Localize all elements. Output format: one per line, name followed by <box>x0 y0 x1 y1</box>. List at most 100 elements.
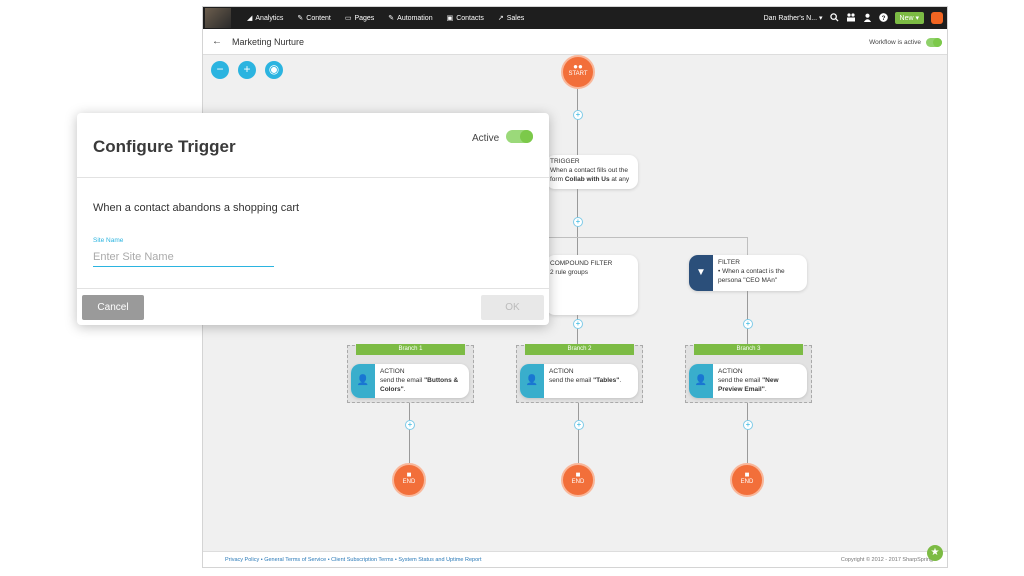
add-step-button[interactable]: + <box>743 420 753 430</box>
ok-button[interactable]: OK <box>481 295 544 320</box>
active-label: Active <box>472 133 500 144</box>
nav-label: Automation <box>397 14 433 22</box>
workflow-active-toggle[interactable] <box>926 38 942 47</box>
branch-label: Branch 1 <box>356 344 465 355</box>
action-line2: Colors". <box>380 386 406 393</box>
new-button[interactable]: New ▾ <box>894 12 924 24</box>
dialog-title: Configure Trigger <box>93 137 236 156</box>
nav-analytics[interactable]: ◢ Analytics <box>247 14 284 23</box>
star-icon[interactable]: ★ <box>927 545 943 561</box>
trigger-line2: form Collab with Us at any <box>550 176 630 183</box>
nav-label: Content <box>306 14 331 22</box>
stop-icon: ■ <box>575 470 581 479</box>
action-title: ACTION <box>549 368 574 375</box>
sales-icon: ↗ <box>497 15 504 22</box>
team-icon[interactable] <box>846 12 856 24</box>
user-icon: 👤 <box>689 364 713 398</box>
end-node[interactable]: ■ END <box>392 463 426 497</box>
connector <box>747 237 748 255</box>
people-icon: ●● <box>573 62 583 71</box>
start-node[interactable]: ●● START <box>561 55 595 89</box>
end-node[interactable]: ■ END <box>561 463 595 497</box>
nav-label: Analytics <box>255 14 284 22</box>
user-icon[interactable] <box>863 13 872 24</box>
trigger-node[interactable]: TRIGGER When a contact fills out the for… <box>546 155 638 189</box>
nav-sales[interactable]: ↗ Sales <box>497 14 524 23</box>
site-name-label: Site Name <box>93 237 124 244</box>
add-step-button[interactable]: + <box>743 319 753 329</box>
filter-node[interactable]: ▼ FILTER • When a contact is the persona… <box>689 255 807 291</box>
nav-label: Pages <box>354 14 375 22</box>
pages-icon: ▭ <box>344 15 352 22</box>
branch-1[interactable]: Branch 1 👤 ACTION send the email "Button… <box>347 344 474 403</box>
connector <box>409 403 410 465</box>
account-menu[interactable]: Dan Rather's N... ▾ <box>764 14 823 22</box>
filter-title: FILTER <box>718 259 740 266</box>
compound-filter-line1: 2 rule groups <box>550 269 588 276</box>
page-title: Marketing Nurture <box>232 37 305 47</box>
footer-links[interactable]: Privacy Policy • General Terms of Servic… <box>225 557 482 563</box>
action-title: ACTION <box>718 368 743 375</box>
nav-contacts[interactable]: ▣ Contacts <box>446 14 484 23</box>
connector <box>548 237 748 238</box>
add-step-button[interactable]: + <box>573 110 583 120</box>
nav-automation[interactable]: ✎ Automation <box>388 14 433 23</box>
connector <box>747 291 748 345</box>
end-node[interactable]: ■ END <box>730 463 764 497</box>
action-title: ACTION <box>380 368 405 375</box>
add-step-button[interactable]: + <box>405 420 415 430</box>
add-step-button[interactable]: + <box>573 217 583 227</box>
automation-icon: ✎ <box>388 15 395 22</box>
end-label: END <box>402 479 416 485</box>
end-label: END <box>571 479 585 485</box>
filter-icon: ▼ <box>689 255 713 291</box>
configure-trigger-dialog: Configure Trigger Active When a contact … <box>77 113 549 325</box>
connector <box>578 403 579 465</box>
back-arrow-icon[interactable]: ← <box>212 36 222 47</box>
content-icon: ✎ <box>297 15 304 22</box>
action-node[interactable]: 👤 ACTION send the email "New Preview Ema… <box>689 364 807 398</box>
user-icon: 👤 <box>351 364 375 398</box>
compound-filter-node[interactable]: COMPOUND FILTER 2 rule groups <box>546 255 638 315</box>
analytics-icon: ◢ <box>247 15 253 22</box>
footer-copyright: Copyright © 2012 - 2017 SharpSpring <box>840 557 933 563</box>
nav-right: Dan Rather's N... ▾ ? New ▾ <box>764 7 943 29</box>
end-label: END <box>740 479 754 485</box>
connector <box>577 89 578 155</box>
stop-icon: ■ <box>744 470 750 479</box>
add-step-button[interactable]: + <box>574 420 584 430</box>
user-icon: 👤 <box>520 364 544 398</box>
active-toggle[interactable] <box>506 130 533 143</box>
nav-label: Contacts <box>456 14 484 22</box>
action-line1: send the email "New <box>718 377 779 384</box>
action-node[interactable]: 👤 ACTION send the email "Buttons & Color… <box>351 364 469 398</box>
account-logo[interactable] <box>205 8 231 28</box>
svg-text:?: ? <box>881 14 885 21</box>
workflow-header: ← Marketing Nurture Workflow is active <box>203 29 947 55</box>
search-icon[interactable] <box>829 12 839 24</box>
trigger-description: When a contact abandons a shopping cart <box>93 202 300 214</box>
filter-line1: • When a contact is the <box>718 268 785 275</box>
branch-2[interactable]: Branch 2 👤 ACTION send the email "Tables… <box>516 344 643 403</box>
branch-3[interactable]: Branch 3 👤 ACTION send the email "New Pr… <box>685 344 812 403</box>
branch-label: Branch 2 <box>525 344 634 355</box>
nav-pages[interactable]: ▭ Pages <box>344 14 375 23</box>
add-step-button[interactable]: + <box>573 319 583 329</box>
site-name-input[interactable] <box>93 247 274 267</box>
action-line2: Preview Email". <box>718 386 767 393</box>
nav-content[interactable]: ✎ Content <box>297 14 331 23</box>
calendar-icon[interactable] <box>931 12 943 24</box>
action-line1: send the email "Buttons & <box>380 377 459 384</box>
cancel-button[interactable]: Cancel <box>82 295 144 320</box>
top-nav: ◢ Analytics ✎ Content ▭ Pages ✎ Automation ▣… <box>203 7 947 29</box>
help-icon[interactable]: ? <box>878 12 888 24</box>
trigger-line1: When a contact fills out the <box>550 167 629 174</box>
main-nav: ◢ Analytics ✎ Content ▭ Pages ✎ Automation ▣… <box>247 7 524 29</box>
start-label: START <box>568 71 588 77</box>
trigger-title: TRIGGER <box>550 158 580 165</box>
contacts-icon: ▣ <box>446 15 454 22</box>
footer: Privacy Policy • General Terms of Servic… <box>203 551 947 567</box>
filter-line2: persona "CEO MAn" <box>718 277 778 284</box>
action-node[interactable]: 👤 ACTION send the email "Tables". <box>520 364 638 398</box>
stop-icon: ■ <box>406 470 412 479</box>
